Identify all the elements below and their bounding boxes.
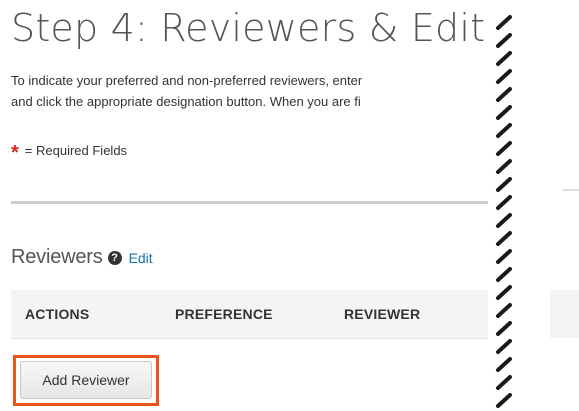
intro-line-1: To indicate your preferred and non-prefe… [11,73,363,88]
tear-dash [496,15,512,30]
page-title: Step 4: Reviewers & Edit [11,6,486,50]
tear-dash [496,357,512,372]
section-divider-right [563,189,579,191]
tear-dash [496,285,512,300]
intro-text: To indicate your preferred and non-prefe… [11,70,501,112]
column-header-preference: PREFERENCE [175,306,273,322]
reviewers-table-header: ACTIONS PREFERENCE REVIEWER [11,290,501,339]
required-star-icon: * [11,142,19,164]
intro-line-2: and click the appropriate designation bu… [11,94,361,109]
tear-dash [496,105,512,120]
tear-dash [496,69,512,84]
required-fields-label: = Required Fields [24,143,128,158]
reviewers-section-header: Reviewers ? Edit [11,246,153,269]
tear-dash [496,375,512,390]
column-header-actions: ACTIONS [25,306,90,322]
section-divider [11,201,501,204]
tear-dash [496,123,512,138]
required-fields-note: * = Required Fields [11,142,127,165]
tear-dash [496,393,512,408]
tear-dash [496,303,512,318]
add-reviewer-button[interactable]: Add Reviewer [20,361,152,399]
help-icon[interactable]: ? [107,250,122,265]
tear-dash [496,321,512,336]
tear-dash [496,159,512,174]
tear-dash [496,177,512,192]
reviewers-table-header-right [550,290,579,338]
tear-dash [496,33,512,48]
tear-dash [496,339,512,354]
tear-dash [496,87,512,102]
tear-dash [496,141,512,156]
tear-dash [496,231,512,246]
reviewers-section-title: Reviewers [11,246,103,268]
tear-dash [496,195,512,210]
tear-dash [496,267,512,282]
tear-dash [496,213,512,228]
column-header-reviewer: REVIEWER [344,306,421,322]
tear-dash [496,51,512,66]
tear-dash [496,249,512,264]
tear-edge-decoration [488,0,548,411]
tear-edge-icon [496,15,512,408]
edit-link[interactable]: Edit [129,250,153,266]
